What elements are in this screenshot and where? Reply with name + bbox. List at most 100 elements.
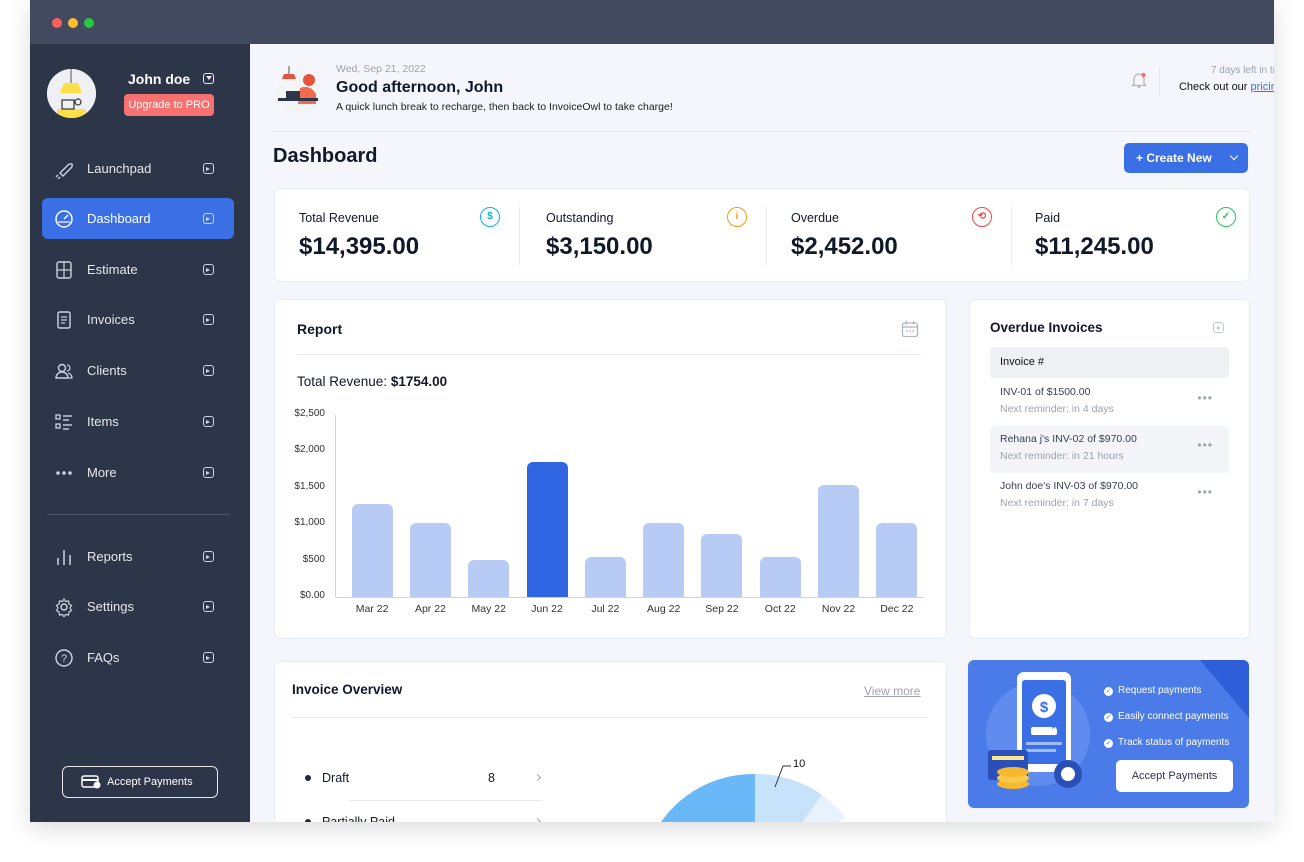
x-axis-line <box>335 597 924 598</box>
svg-text:$: $ <box>1040 699 1049 716</box>
check-icon: ✓ <box>1104 713 1113 722</box>
y-tick-label: $500 <box>302 553 325 565</box>
bar-sep-22[interactable] <box>701 533 743 597</box>
overdue-invoice-row[interactable]: Rehana j's INV-02 of $970.00 Next reminde… <box>990 426 1229 473</box>
more-options-icon[interactable]: ••• <box>1197 438 1213 452</box>
chevron-right-icon <box>533 773 542 782</box>
invoice-icon <box>54 310 74 330</box>
revenue-bar-chart: $0.00 $500 $1,000 $1,500 $2,000 $2,500 Mar 22 A… <box>275 300 948 640</box>
overdue-invoices-card: Overdue Invoices Invoice # INV-01 of $15… <box>969 299 1250 639</box>
promo-feature-label: Easily connect payments <box>1118 711 1229 722</box>
overdue-invoice-row[interactable]: John doe's INV-03 of $970.00 Next reminde… <box>990 473 1229 520</box>
sidebar-item-label: Reports <box>87 549 133 564</box>
clients-icon <box>54 361 74 381</box>
sidebar-item-label: Items <box>87 414 119 429</box>
sidebar: John doe Upgrade to PRO Launchpad Dashboa… <box>30 44 250 822</box>
bar-mar-22[interactable] <box>351 503 393 597</box>
chevron-right-icon <box>203 551 214 562</box>
overdue-invoice-text: INV-01 of $1500.00 <box>1000 386 1091 398</box>
invoice-overview-title: Invoice Overview <box>292 682 403 697</box>
app-window: John doe Upgrade to PRO Launchpad Dashboa… <box>30 0 1274 822</box>
y-axis-line <box>335 415 336 597</box>
create-new-button[interactable]: + Create New <box>1124 143 1248 173</box>
more-options-icon[interactable]: ••• <box>1197 391 1213 405</box>
maximize-window-icon[interactable] <box>84 18 94 28</box>
sidebar-item-label: Settings <box>87 599 134 614</box>
view-more-link[interactable]: View more <box>864 684 920 698</box>
question-icon: ? <box>54 648 74 668</box>
status-dot-icon <box>305 775 311 781</box>
bar-oct-22[interactable] <box>759 556 801 597</box>
sidebar-item-items[interactable]: Items <box>42 401 234 442</box>
invoice-status-row[interactable]: Partially Paid <box>305 810 545 822</box>
sidebar-item-clients[interactable]: Clients <box>42 350 234 391</box>
trial-text: 7 days left in trial <box>1210 65 1274 76</box>
accept-payments-sidebar-button[interactable]: Accept Payments <box>62 766 218 798</box>
minimize-window-icon[interactable] <box>68 18 78 28</box>
dots-icon <box>54 463 74 483</box>
bar-jun-22[interactable] <box>526 461 568 597</box>
upgrade-button[interactable]: Upgrade to PRO <box>124 94 214 116</box>
sidebar-divider <box>47 514 230 515</box>
invoice-pie-chart <box>660 765 845 822</box>
stat-total-revenue-icon: $ <box>480 207 500 227</box>
title-bar <box>30 0 1274 44</box>
chevron-down-icon <box>1229 151 1239 161</box>
chevron-right-icon <box>533 817 542 822</box>
x-tick-label: Dec 22 <box>880 603 914 615</box>
bar-nov-22[interactable] <box>818 484 860 597</box>
bar-chart-icon <box>54 547 74 567</box>
report-card: Report Total Revenue: $1754.00 $0.00 $500… <box>274 299 947 639</box>
row-divider <box>349 800 542 801</box>
bar-aug-22[interactable] <box>643 523 685 597</box>
rocket-icon <box>54 159 74 180</box>
bar-apr-22[interactable] <box>409 523 451 597</box>
overdue-table-header: Invoice # <box>990 347 1229 378</box>
bar-may-22[interactable] <box>468 559 510 597</box>
overview-divider <box>292 717 928 718</box>
page-title: Dashboard <box>273 145 378 167</box>
more-options-icon[interactable]: ••• <box>1197 485 1213 499</box>
pricing-line: Check out our pricing. <box>1130 81 1274 93</box>
chevron-right-icon <box>203 416 214 427</box>
chevron-right-icon <box>203 652 214 663</box>
bar-dec-22[interactable] <box>876 523 918 597</box>
stat-value: $11,245.00 <box>1035 233 1154 260</box>
avatar[interactable] <box>47 69 96 118</box>
stat-divider <box>519 207 520 265</box>
promo-feature: ✓ Request payments <box>1104 685 1201 696</box>
header-divider <box>272 131 1250 132</box>
sidebar-item-more[interactable]: More <box>42 452 234 493</box>
header-date: Wed, Sep 21, 2022 <box>336 63 426 75</box>
sidebar-item-settings[interactable]: Settings <box>42 586 234 627</box>
card-icon <box>81 775 101 789</box>
overdue-invoice-text: John doe's INV-03 of $970.00 <box>1000 480 1139 492</box>
status-label: Draft <box>322 771 350 785</box>
pricing-link[interactable]: pricing. <box>1251 81 1274 93</box>
sidebar-item-dashboard[interactable]: Dashboard <box>42 198 234 239</box>
chevron-right-icon <box>203 314 214 325</box>
overdue-open-icon[interactable] <box>1213 322 1224 333</box>
promo-feature-label: Request payments <box>1118 685 1202 696</box>
overdue-reminder-text: Next reminder: in 21 hours <box>1000 450 1124 462</box>
overdue-invoice-row[interactable]: INV-01 of $1500.00 Next reminder: in 4 da… <box>990 379 1229 426</box>
y-tick-label: $1,000 <box>294 517 325 529</box>
sidebar-item-launchpad[interactable]: Launchpad <box>42 148 234 189</box>
bar-jul-22[interactable] <box>584 556 626 597</box>
greeting-title: Good afternoon, John <box>336 79 504 96</box>
sidebar-item-faqs[interactable]: ? FAQs <box>42 637 234 678</box>
close-window-icon[interactable] <box>52 18 62 28</box>
invoice-status-row[interactable]: Draft 8 <box>305 766 545 806</box>
sidebar-item-estimate[interactable]: Estimate <box>42 249 234 290</box>
stat-value: $2,452.00 <box>791 233 898 260</box>
overdue-reminder-text: Next reminder: in 4 days <box>1000 403 1114 415</box>
check-icon: ✓ <box>1104 739 1113 748</box>
pricing-prefix: Check out our <box>1178 81 1251 93</box>
sidebar-item-reports[interactable]: Reports <box>42 536 234 577</box>
user-menu-chevron-icon[interactable] <box>203 73 214 84</box>
check-icon: ✓ <box>1104 687 1113 696</box>
accept-payments-button[interactable]: Accept Payments <box>1116 760 1233 792</box>
sidebar-item-invoices[interactable]: Invoices <box>42 299 234 340</box>
x-tick-label: Oct 22 <box>764 603 796 615</box>
sidebar-item-label: More <box>87 465 117 480</box>
